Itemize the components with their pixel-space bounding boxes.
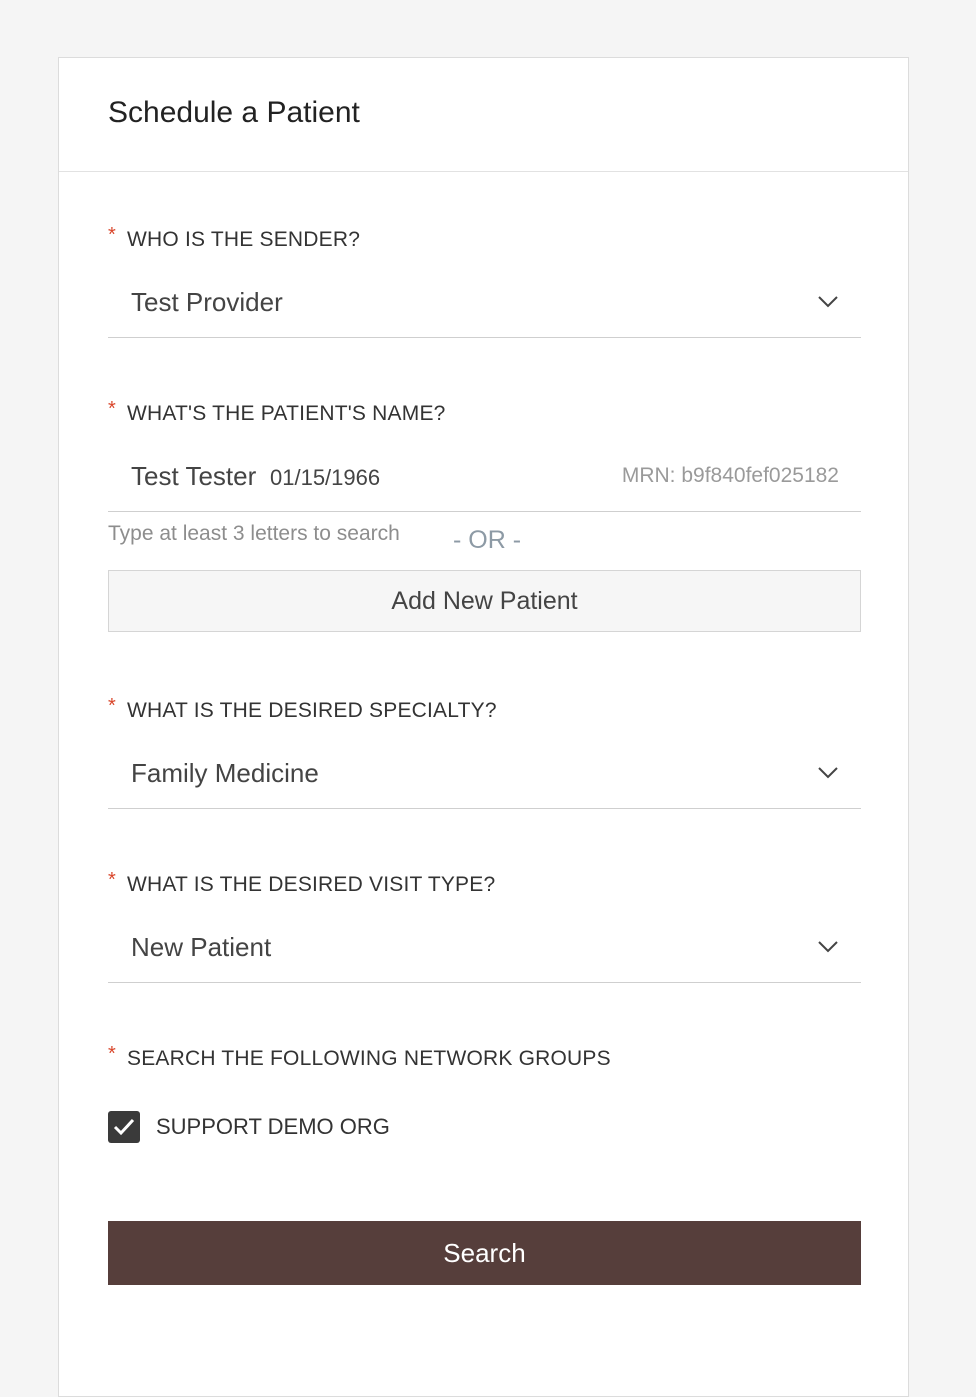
required-marker: * — [108, 1043, 116, 1065]
sender-label-row: * WHO IS THE SENDER? — [108, 224, 861, 258]
visit-type-select[interactable]: New Patient — [108, 911, 861, 983]
patient-label: WHAT'S THE PATIENT'S NAME? — [127, 402, 446, 425]
patient-mrn: MRN: b9f840fef025182 — [621, 464, 839, 487]
network-group-item[interactable]: SUPPORT DEMO ORG — [108, 1111, 861, 1151]
patient-hint-row: Type at least 3 letters to search - OR - — [108, 512, 861, 570]
specialty-value: Family Medicine — [131, 758, 319, 788]
specialty-label: WHAT IS THE DESIRED SPECIALTY? — [127, 699, 497, 722]
network-groups-label-row: * SEARCH THE FOLLOWING NETWORK GROUPS — [108, 1043, 861, 1077]
patient-label-row: * WHAT'S THE PATIENT'S NAME? — [108, 398, 861, 432]
add-new-patient-button[interactable]: Add New Patient — [108, 570, 861, 632]
search-hint: Type at least 3 letters to search — [108, 522, 400, 545]
patient-name: Test Tester — [131, 461, 257, 491]
sender-field: * WHO IS THE SENDER? Test Provider — [108, 224, 861, 338]
network-groups-label: SEARCH THE FOLLOWING NETWORK GROUPS — [127, 1047, 611, 1070]
patient-search-input[interactable]: Test Tester 01/15/1966 MRN: b9f840fef025… — [108, 440, 861, 512]
card-header: Schedule a Patient — [59, 58, 908, 172]
visit-type-label-row: * WHAT IS THE DESIRED VISIT TYPE? — [108, 869, 861, 903]
search-button[interactable]: Search — [108, 1221, 861, 1285]
network-group-checkbox[interactable] — [108, 1111, 140, 1143]
chevron-down-icon — [818, 941, 838, 953]
specialty-label-row: * WHAT IS THE DESIRED SPECIALTY? — [108, 695, 861, 729]
or-divider: - OR - — [453, 526, 522, 554]
required-marker: * — [108, 695, 116, 717]
sender-label: WHO IS THE SENDER? — [127, 228, 361, 251]
chevron-down-icon — [818, 296, 838, 308]
patient-field: * WHAT'S THE PATIENT'S NAME? Test Tester… — [108, 398, 861, 632]
sender-value: Test Provider — [131, 287, 283, 317]
visit-type-value: New Patient — [131, 932, 272, 962]
sender-select[interactable]: Test Provider — [108, 266, 861, 338]
page-title: Schedule a Patient — [108, 96, 360, 129]
visit-type-label: WHAT IS THE DESIRED VISIT TYPE? — [127, 873, 496, 896]
schedule-patient-card: Schedule a Patient * WHO IS THE SENDER? … — [58, 57, 909, 1397]
visit-type-field: * WHAT IS THE DESIRED VISIT TYPE? New Pa… — [108, 869, 861, 983]
network-groups-field: * SEARCH THE FOLLOWING NETWORK GROUPS SU… — [108, 1043, 861, 1151]
patient-dob: 01/15/1966 — [270, 465, 381, 490]
required-marker: * — [108, 398, 116, 420]
network-group-label: SUPPORT DEMO ORG — [156, 1114, 390, 1139]
required-marker: * — [108, 224, 116, 246]
specialty-select[interactable]: Family Medicine — [108, 737, 861, 809]
check-icon — [113, 1118, 135, 1136]
specialty-field: * WHAT IS THE DESIRED SPECIALTY? Family … — [108, 695, 861, 809]
chevron-down-icon — [818, 767, 838, 779]
required-marker: * — [108, 869, 116, 891]
